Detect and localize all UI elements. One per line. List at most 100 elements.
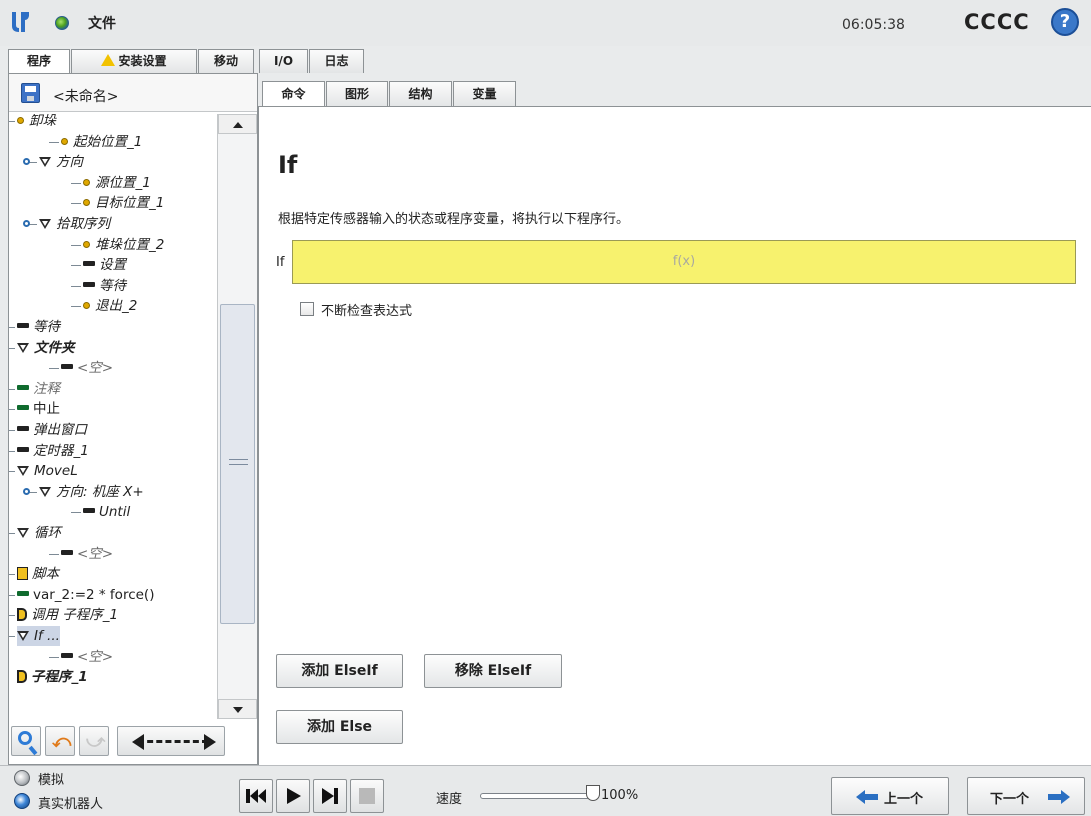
tab-installation[interactable]: 安装设置 xyxy=(71,49,197,73)
tree-node-label: 目标位置_1 xyxy=(95,195,165,212)
speed-slider[interactable] xyxy=(480,793,590,799)
expand-toggle-icon[interactable] xyxy=(23,158,30,166)
tree-node[interactable]: 方向: 机座 X+ xyxy=(39,482,144,502)
tree-node[interactable]: <空> xyxy=(61,544,113,564)
tab-command[interactable]: 命令 xyxy=(262,81,325,108)
folder-icon xyxy=(39,157,51,168)
tree-node[interactable]: 退出_2 xyxy=(83,296,137,316)
tab-variables[interactable]: 变量 xyxy=(453,81,516,107)
scroll-up-button[interactable] xyxy=(218,114,257,134)
command-green-icon xyxy=(17,405,29,411)
tree-node[interactable]: 方向 xyxy=(39,152,83,172)
command-icon xyxy=(17,446,29,452)
tree-node[interactable]: <空> xyxy=(61,358,113,378)
program-tree[interactable]: 卸垛 起始位置_1 方向 源位置_1 目标位置_1 拾取序列 堆垛位置_2 设置 等待 退出_2 等… xyxy=(9,114,217,719)
grip-icon xyxy=(229,459,248,465)
tree-node-label: 中止 xyxy=(33,401,60,418)
script-icon xyxy=(17,567,28,581)
command-green-icon xyxy=(17,590,29,596)
tree-node[interactable]: 定时器_1 xyxy=(17,441,89,461)
scroll-thumb[interactable] xyxy=(220,304,255,624)
tree-node[interactable]: 等待 xyxy=(83,276,126,296)
folder-icon xyxy=(17,528,29,538)
command-icon xyxy=(83,261,95,267)
tree-connector xyxy=(71,182,81,184)
tree-node-label: 设置 xyxy=(99,257,126,274)
tree-toolbar: ⤺ ⤻ xyxy=(9,722,257,760)
tree-connector xyxy=(9,450,15,452)
tree-node[interactable]: 设置 xyxy=(83,255,126,275)
scroll-down-button[interactable] xyxy=(218,699,257,719)
tree-node[interactable]: 弹出窗口 xyxy=(17,420,87,440)
tree-node[interactable]: 子程序_1 xyxy=(17,667,88,687)
clock-display: 06:05:38 xyxy=(842,17,905,33)
step-icon xyxy=(322,788,338,804)
continuous-check-checkbox[interactable] xyxy=(300,302,314,316)
tree-node[interactable]: 源位置_1 xyxy=(83,173,151,193)
warning-icon xyxy=(101,54,116,66)
tree-node[interactable]: 卸垛 xyxy=(17,114,56,131)
simulation-radio[interactable] xyxy=(14,770,30,786)
tree-node[interactable]: Until xyxy=(83,502,130,522)
command-icon xyxy=(61,652,73,658)
tree-node[interactable]: 拾取序列 xyxy=(39,214,110,234)
tree-node[interactable]: 中止 xyxy=(17,399,60,419)
tree-node[interactable]: MoveL xyxy=(17,461,78,481)
folder-icon xyxy=(39,486,51,497)
tab-graphics[interactable]: 图形 xyxy=(326,81,388,107)
tab-io[interactable]: I/O xyxy=(259,49,308,73)
play-icon xyxy=(287,788,301,804)
tab-log[interactable]: 日志 xyxy=(309,49,364,73)
previous-button[interactable]: 上一个 xyxy=(831,777,949,815)
command-icon xyxy=(61,364,73,370)
add-elseif-button[interactable]: 添加 ElseIf xyxy=(276,654,403,688)
tree-node[interactable]: <空> xyxy=(61,647,113,667)
file-menu[interactable]: 文件 xyxy=(88,13,116,33)
tree-node[interactable]: 脚本 xyxy=(17,564,59,584)
tree-node[interactable]: 堆垛位置_2 xyxy=(83,235,164,255)
tab-structure[interactable]: 结构 xyxy=(389,81,452,107)
tab-move[interactable]: 移动 xyxy=(198,49,254,73)
skip-back-icon xyxy=(246,789,266,803)
add-else-button[interactable]: 添加 Else xyxy=(276,710,403,744)
play-button[interactable] xyxy=(276,779,310,813)
undo-button[interactable]: ⤺ xyxy=(45,726,75,756)
stop-button[interactable] xyxy=(350,779,384,813)
tree-connector xyxy=(71,203,81,205)
tree-node-label: 弹出窗口 xyxy=(33,422,87,438)
expression-field[interactable]: f(x) xyxy=(292,240,1076,284)
tree-node[interactable]: 等待 xyxy=(17,317,60,337)
tree-connector xyxy=(9,636,15,637)
real-robot-label: 真实机器人 xyxy=(38,797,104,812)
step-button[interactable] xyxy=(313,779,347,813)
tree-node[interactable]: 调用 子程序_1 xyxy=(17,605,118,625)
search-button[interactable] xyxy=(11,726,41,756)
tree-node[interactable]: 文件夹 xyxy=(17,338,75,358)
save-icon[interactable] xyxy=(21,83,40,103)
tab-program[interactable]: 程序 xyxy=(8,49,70,74)
tree-connector xyxy=(9,574,15,576)
tree-node[interactable]: 目标位置_1 xyxy=(83,193,164,213)
next-button[interactable]: 下一个 xyxy=(967,777,1085,815)
tree-connector xyxy=(71,244,81,246)
tree-scrollbar[interactable] xyxy=(217,114,257,719)
real-robot-radio[interactable] xyxy=(14,793,30,809)
expand-toggle-icon[interactable] xyxy=(23,220,30,227)
expand-collapse-button[interactable] xyxy=(117,726,225,756)
tree-node[interactable]: 起始位置_1 xyxy=(61,132,142,152)
folder-icon xyxy=(17,466,29,477)
help-icon[interactable]: ? xyxy=(1051,8,1079,36)
dashed-line-icon xyxy=(138,740,208,744)
speed-slider-handle[interactable] xyxy=(586,785,600,801)
tree-node[interactable]: var_2:=2 * force() xyxy=(17,585,154,605)
tree-node[interactable]: 注释 xyxy=(17,379,60,399)
expand-toggle-icon[interactable] xyxy=(23,487,30,495)
redo-button[interactable]: ⤻ xyxy=(79,726,109,756)
tree-node[interactable]: If ... xyxy=(17,626,60,646)
waypoint-icon xyxy=(61,137,68,145)
call-icon xyxy=(17,670,27,684)
command-icon xyxy=(83,281,95,287)
remove-elseif-button[interactable]: 移除 ElseIf xyxy=(424,654,562,688)
tree-node[interactable]: 循环 xyxy=(17,523,61,543)
skip-back-button[interactable] xyxy=(239,779,273,813)
